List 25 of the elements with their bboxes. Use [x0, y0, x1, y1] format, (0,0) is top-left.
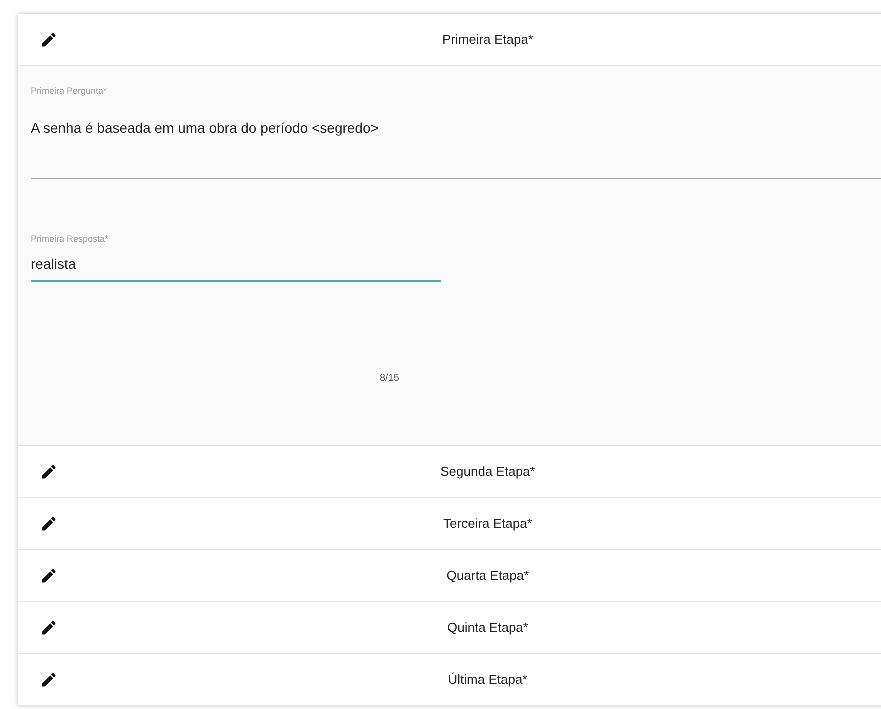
field-value: realista	[31, 256, 78, 272]
step-header[interactable]: Terceira Etapa*	[18, 498, 881, 550]
field-label: Primeira Pergunta*	[31, 86, 108, 96]
pencil-icon[interactable]	[40, 670, 58, 688]
step-title: Terceira Etapa*	[442, 516, 534, 531]
step-title: Quarta Etapa*	[446, 568, 530, 583]
pencil-icon[interactable]	[40, 462, 58, 480]
step-header[interactable]: Segunda Etapa*	[18, 446, 881, 498]
page-counter: 8/15	[380, 373, 400, 384]
step-title: Primeira Etapa*	[441, 32, 535, 47]
question-field[interactable]: Primeira Pergunta* A senha é baseada em uma obra do período <segredo>	[31, 66, 881, 179]
step-header[interactable]: Quinta Etapa*	[18, 602, 881, 654]
pencil-icon[interactable]	[40, 566, 58, 584]
step-title: Segunda Etapa*	[440, 464, 536, 479]
step-header[interactable]: Última Etapa*	[18, 654, 881, 706]
field-value: A senha é baseada em uma obra do período <segredo>	[31, 120, 380, 136]
step-header[interactable]: Quarta Etapa*	[18, 550, 881, 602]
step-title: Quinta Etapa*	[446, 620, 530, 635]
field-label: Primeira Resposta*	[31, 234, 110, 244]
step-header[interactable]: Primeira Etapa*	[18, 14, 881, 66]
answer-field[interactable]: Primeira Resposta* realista	[31, 234, 441, 282]
step-title: Última Etapa*	[447, 672, 529, 687]
pencil-icon[interactable]	[40, 30, 58, 48]
pencil-icon[interactable]	[40, 618, 58, 636]
pencil-icon[interactable]	[40, 514, 58, 532]
